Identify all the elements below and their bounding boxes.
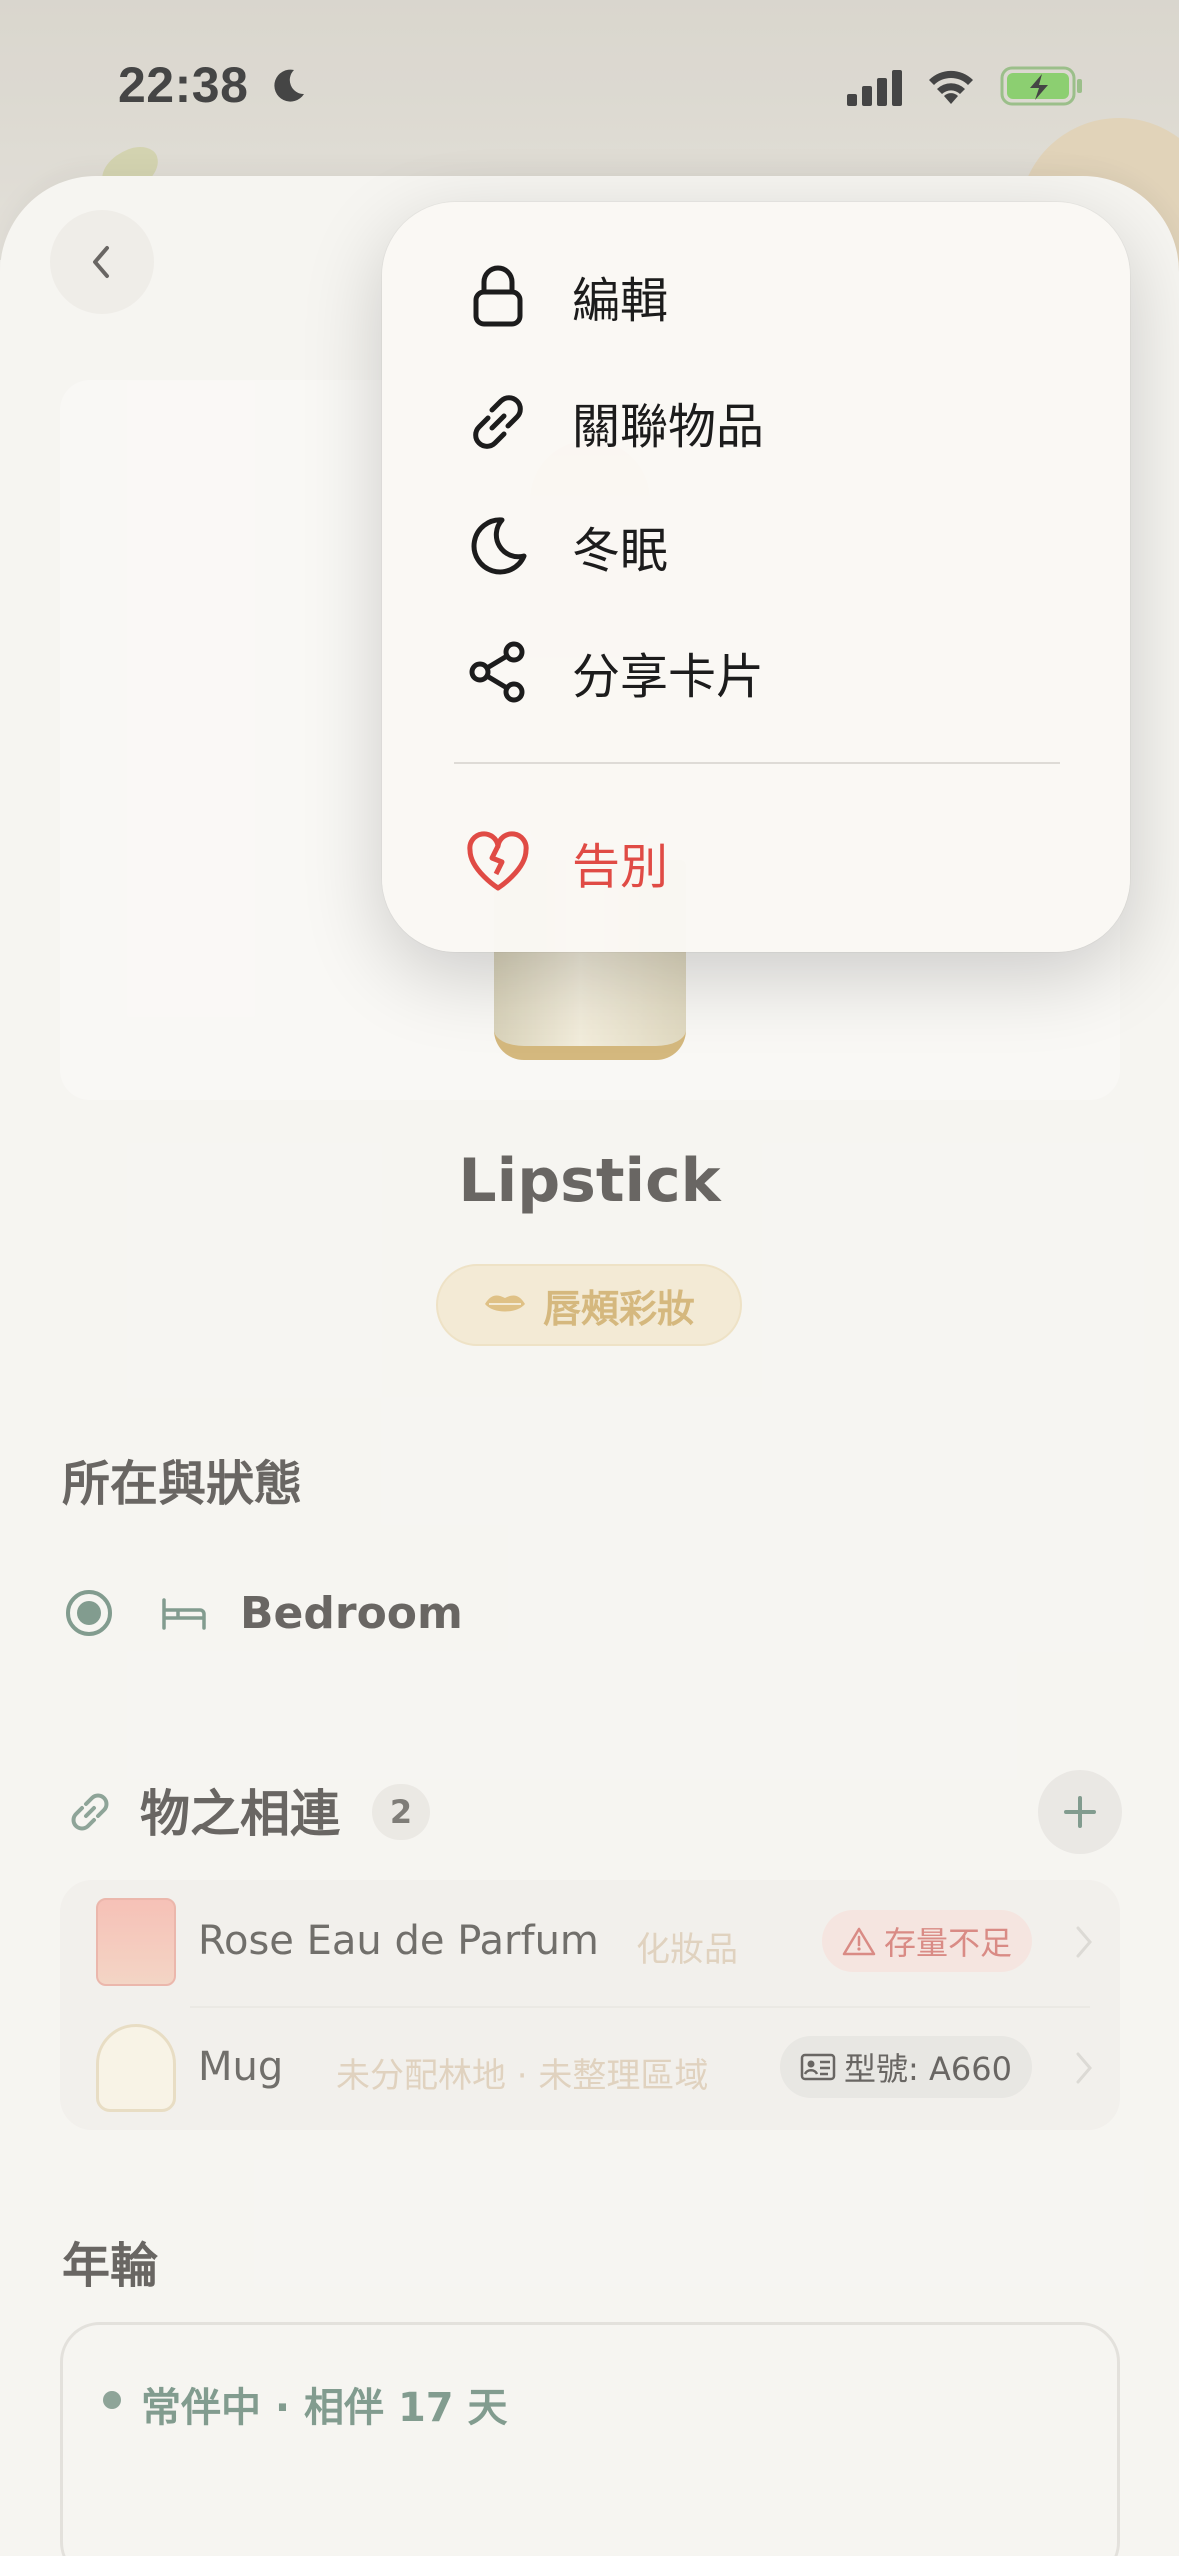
menu-item-share[interactable]: 分享卡片 (464, 622, 1064, 722)
context-menu: 編輯 關聯物品 冬眠 分享卡片 告別 (382, 202, 1130, 952)
menu-label: 冬眠 (572, 523, 669, 579)
broken-heart-icon (467, 831, 529, 891)
menu-label: 關聯物品 (572, 399, 765, 455)
menu-label: 分享卡片 (572, 649, 765, 705)
menu-label: 編輯 (572, 273, 669, 329)
menu-item-farewell[interactable]: 告別 (464, 812, 1064, 912)
menu-label: 告別 (572, 839, 669, 895)
menu-item-link[interactable]: 關聯物品 (464, 372, 1064, 472)
lock-icon (473, 265, 523, 327)
menu-divider (454, 762, 1060, 764)
share-icon (469, 641, 525, 703)
moon-icon (471, 517, 527, 575)
menu-item-hibernate[interactable]: 冬眠 (464, 496, 1064, 596)
link-icon (473, 395, 523, 449)
menu-item-edit[interactable]: 編輯 (464, 246, 1064, 346)
